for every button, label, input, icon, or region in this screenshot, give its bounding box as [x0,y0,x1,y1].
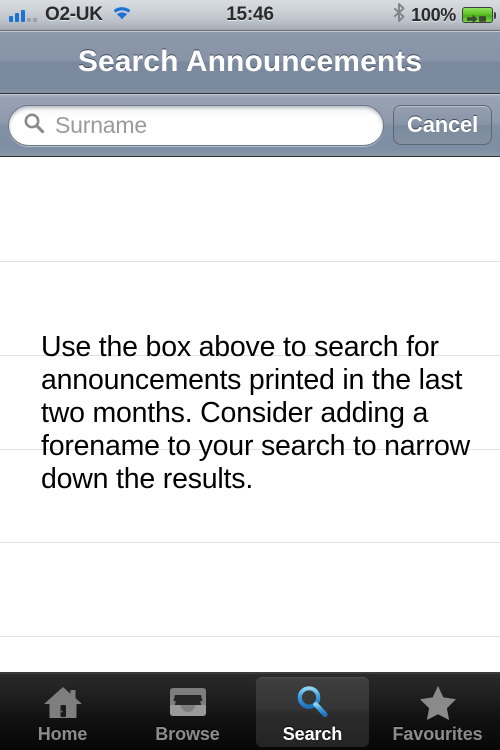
tab-favourites[interactable]: Favourites [375,674,500,750]
search-input-placeholder: Surname [55,111,147,138]
tab-home[interactable]: Home [0,674,125,750]
tab-home-label: Home [37,724,88,744]
search-icon [294,683,332,721]
cancel-button-label: Cancel [407,112,478,137]
table-row-separator [0,261,500,262]
tab-search-label: Search [282,724,343,744]
tab-browse[interactable]: Browse [125,674,250,750]
status-bar-right: 100% [393,3,496,27]
inbox-tray-icon [167,683,209,721]
table-row-separator [0,636,500,637]
home-icon [41,683,85,721]
carrier-label: O2-UK [45,4,103,25]
info-text: Use the box above to search for announce… [41,331,471,495]
search-icon [23,112,45,139]
search-input[interactable]: Surname [8,104,385,146]
search-bar: Surname Cancel [0,94,500,157]
tab-search[interactable]: Search [250,674,375,750]
battery-percent-label: 100% [411,4,456,25]
tab-browse-label: Browse [155,724,220,744]
table-row-separator [0,542,500,543]
star-icon [417,683,459,721]
wifi-icon [111,5,133,26]
bluetooth-icon [393,3,405,27]
content-area: Use the box above to search for announce… [0,159,500,672]
signal-bars-icon [9,8,37,22]
tab-bar: Home Browse Search Favourites [0,672,500,750]
status-bar-left: O2-UK [0,4,133,26]
battery-charging-icon [462,7,496,23]
page-title: Search Announcements [77,45,423,78]
navigation-bar: Search Announcements [0,31,500,94]
tab-favourites-label: Favourites [392,724,483,744]
status-bar: O2-UK 15:46 100% [0,0,500,31]
phone-screen: O2-UK 15:46 100% Search Announcements Su… [0,0,500,750]
cancel-button[interactable]: Cancel [393,105,492,145]
